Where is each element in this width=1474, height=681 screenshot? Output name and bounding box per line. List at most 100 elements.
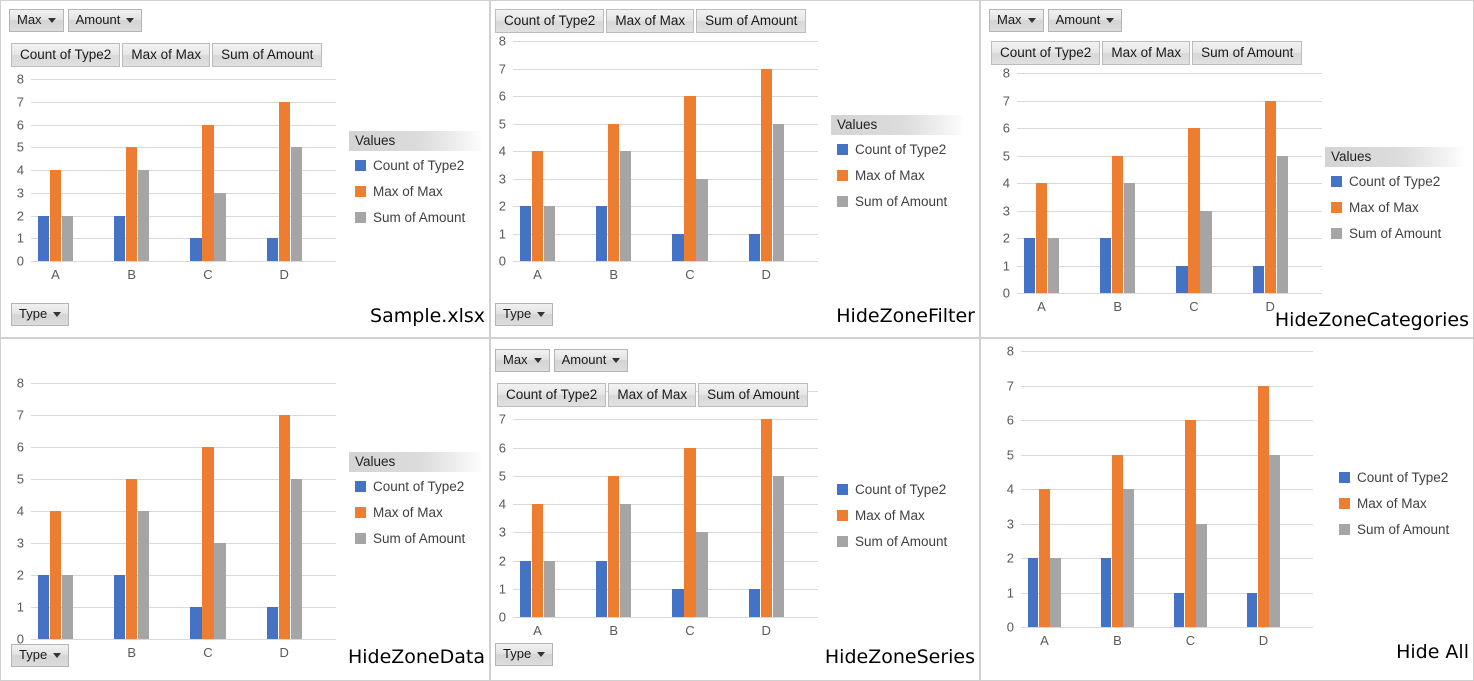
value-field-button-sum-of-amount[interactable]: Sum of Amount	[212, 43, 323, 67]
plot-inner: 8 7 6 5 4 3 2 1 0 A B C D	[1007, 344, 1313, 648]
bar-2	[760, 419, 772, 617]
y-gridline	[31, 261, 336, 262]
filter-button-type[interactable]: Type	[495, 303, 554, 326]
bar-2	[684, 96, 696, 261]
chevron-down-icon	[1106, 17, 1115, 23]
value-field-button-max-of-max[interactable]: Max of Max	[608, 383, 697, 407]
filter-button-max[interactable]: Max	[495, 349, 550, 372]
value-field-button-sum-of-amount[interactable]: Sum of Amount	[698, 383, 809, 407]
legend-item-label: Max of Max	[855, 168, 925, 183]
bar-2	[49, 170, 62, 261]
y-axis-tick-label: 4	[498, 496, 506, 512]
chart-plot-area: 876543210ABCD	[499, 384, 818, 638]
value-field-button-count-of-type2[interactable]: Count of Type2	[495, 9, 605, 33]
bar-3	[1269, 454, 1281, 627]
bar-group: A	[513, 41, 589, 282]
x-axis-tick-label: D	[279, 267, 289, 282]
legend-swatch-2	[837, 510, 848, 521]
bar-1	[519, 206, 532, 261]
y-axis-tick-label: 4	[1002, 175, 1010, 191]
report-filter-row: Max Amount	[989, 9, 1123, 32]
panel-caption: Hide All	[1396, 641, 1469, 663]
value-fields-row: Count of Type2 Max of Max Sum of Amount	[495, 9, 807, 33]
chevron-down-icon	[53, 652, 62, 658]
legend-item: Max of Max	[1331, 200, 1463, 215]
legend-item: Sum of Amount	[837, 194, 963, 209]
panel-hide-zone-filter: Count of Type2 Max of Max Sum of Amount 8 7 6…	[490, 0, 980, 338]
value-field-button-max-of-max[interactable]: Max of Max	[606, 9, 695, 33]
panel-caption: HideZoneSeries	[824, 646, 975, 668]
x-axis-tick-label: C	[1189, 299, 1199, 314]
axis-filter-row: Type	[495, 643, 554, 666]
chevron-down-icon	[1027, 17, 1036, 23]
axis-filter-row: Type	[11, 644, 70, 667]
x-axis-tick-label: B	[609, 623, 619, 638]
bar-3	[620, 504, 632, 617]
value-field-button-count-of-type2[interactable]: Count of Type2	[991, 41, 1101, 65]
y-axis-tick-label: 6	[1006, 412, 1014, 428]
value-field-button-sum-of-amount[interactable]: Sum of Amount	[696, 9, 807, 33]
y-axis-tick-label: 2	[16, 208, 24, 223]
bar-1	[1100, 558, 1112, 627]
chart-legend: Values Count of Type2 Max of Max Sum of Amo…	[349, 452, 481, 557]
x-axis-tick-label: D	[761, 267, 771, 282]
bar-group: A	[513, 391, 589, 638]
report-filter-row: Max Amount	[9, 9, 143, 32]
legend-item-label: Sum of Amount	[855, 534, 948, 549]
y-axis-tick-label: 2	[16, 567, 24, 583]
y-axis-tick-label: 8	[498, 33, 506, 49]
filter-button-type[interactable]: Type	[495, 643, 554, 666]
bar-group: D	[742, 41, 818, 282]
value-field-button-max-of-max[interactable]: Max of Max	[1102, 41, 1191, 65]
value-field-button-sum-of-amount[interactable]: Sum of Amount	[1192, 41, 1303, 65]
bar-1	[266, 238, 278, 261]
value-fields-row: Count of Type2 Max of Max Sum of Amount	[991, 41, 1303, 65]
chart-plot-area: 876543210ABCD	[1003, 66, 1322, 314]
filter-button-max[interactable]: Max	[9, 9, 64, 32]
y-axis-tick-label: 8	[16, 375, 24, 391]
bar-3	[543, 206, 556, 261]
bar-1	[190, 607, 202, 639]
legend-item-label: Count of Type2	[1357, 470, 1449, 485]
legend-item-label: Max of Max	[373, 505, 443, 520]
filter-button-max[interactable]: Max	[989, 9, 1044, 32]
value-field-button-max-of-max[interactable]: Max of Max	[122, 43, 211, 67]
legend-item-label: Max of Max	[373, 184, 443, 199]
x-axis-tick-label: B	[1113, 633, 1122, 648]
x-axis-tick-label: C	[203, 645, 213, 660]
legend-item-label: Max of Max	[1357, 496, 1427, 511]
value-field-button-count-of-type2[interactable]: Count of Type2	[11, 43, 121, 67]
filter-button-amount[interactable]: Amount	[67, 9, 143, 32]
bar-3	[772, 123, 784, 261]
bar-2	[684, 447, 696, 617]
chevron-down-icon	[53, 311, 62, 317]
chart-legend: Values Count of Type2 Max of Max Sum of Amo…	[831, 115, 963, 220]
bar-2	[278, 415, 290, 639]
legend-item-label: Sum of Amount	[373, 210, 466, 225]
bar-3	[290, 147, 302, 261]
filter-button-type[interactable]: Type	[11, 644, 70, 667]
legend-title: Values	[1325, 147, 1463, 167]
value-fields-row: Count of Type2 Max of Max Sum of Amount	[497, 383, 809, 407]
filter-button-amount[interactable]: Amount	[553, 349, 629, 372]
y-axis-tick-label: 4	[16, 503, 24, 519]
bar-1	[748, 588, 760, 617]
legend-item: Sum of Amount	[1339, 522, 1471, 537]
value-field-button-count-of-type2[interactable]: Count of Type2	[497, 383, 607, 407]
bar-group: C	[666, 391, 742, 638]
legend-item: Count of Type2	[355, 158, 481, 173]
legend-swatch-2	[1339, 498, 1350, 509]
y-axis-tick-label: 7	[498, 411, 506, 427]
bar-group: D	[260, 79, 336, 282]
bar-1	[1176, 265, 1188, 293]
y-axis-tick-label: 3	[1006, 516, 1014, 531]
bar-2	[1264, 100, 1276, 293]
plot-inner: 8 7 6 5 4 3 2 1 0 A B C D	[1003, 66, 1322, 314]
panel-caption: HideZoneData	[347, 646, 485, 668]
filter-button-max-label: Max	[17, 12, 42, 27]
filter-button-type[interactable]: Type	[11, 303, 70, 326]
axis-filter-row: Type	[11, 303, 70, 326]
y-axis-tick-label: 2	[1002, 230, 1010, 246]
filter-button-amount[interactable]: Amount	[1047, 9, 1123, 32]
bar-group: B	[1093, 73, 1169, 314]
